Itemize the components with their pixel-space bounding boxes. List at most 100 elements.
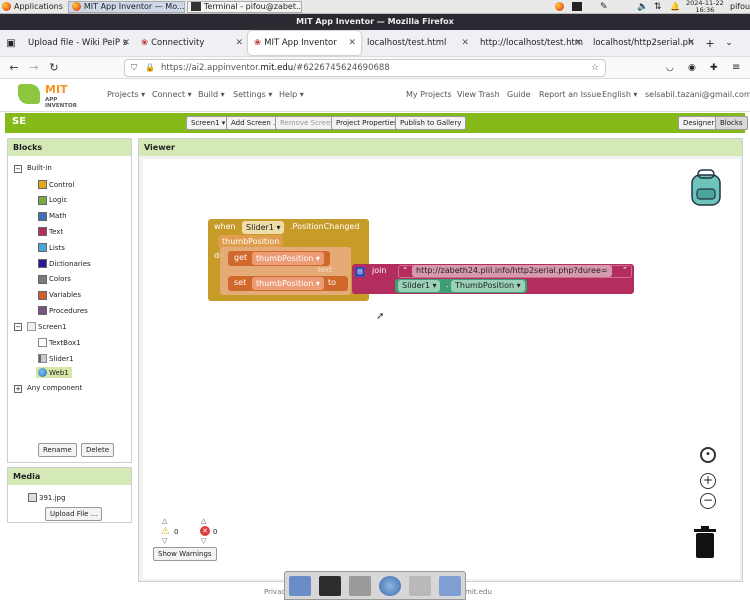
web-browser-icon[interactable] [379,575,401,596]
collapse-icon[interactable]: − [14,323,22,331]
file-manager-icon[interactable] [349,575,371,596]
collapse-icon[interactable]: − [14,165,22,173]
reload-icon[interactable]: ↻ [44,61,64,74]
screen-select-button[interactable]: Screen1 ▾ [186,116,231,130]
link-my-projects[interactable]: My Projects [406,90,452,99]
menu-account[interactable]: selsabil.tazani@gmail.com ▾ [645,90,750,99]
forward-icon[interactable]: → [24,61,44,74]
slider-component-dropdown[interactable]: Slider1 ▾ [398,280,441,292]
tab-wiki[interactable]: Upload file - Wiki PeiP s ✕ [22,31,135,55]
close-icon[interactable]: ✕ [235,38,243,48]
menu-projects[interactable]: Projects ▾ [107,90,145,99]
builtin-control[interactable]: Control [38,180,74,189]
rename-button[interactable]: Rename [38,443,77,457]
arrow-down-icon[interactable]: ▽ [162,537,167,545]
pocket-icon[interactable]: ◡ [666,63,674,73]
footer-privacy[interactable]: Privac [264,588,285,596]
footer-site[interactable]: mit.edu [465,588,492,596]
close-icon[interactable]: ✕ [574,38,582,48]
slider-property-dropdown[interactable]: ThumbPosition ▾ [451,280,525,292]
clock[interactable]: 2024-11-22 16:36 [686,0,724,14]
menu-icon[interactable]: ≡ [732,62,740,73]
text-string-value[interactable]: http://zabeth24.plil.info/http2serial.ph… [412,265,612,277]
user-menu[interactable]: pifou [730,2,750,11]
gear-icon[interactable]: ⚙ [355,267,365,277]
join-block[interactable]: ⚙ join “ http://zabeth24.plil.info/http2… [352,264,634,294]
trash-icon[interactable] [693,526,717,558]
tab-http2serial[interactable]: localhost/http2serial.ph ✕ [587,31,700,55]
event-block[interactable]: when Slider1 ▾ .PositionChanged thumbPos… [208,219,369,301]
terminal-icon[interactable] [319,575,341,596]
component-web1[interactable]: Web1 [36,367,72,378]
url-bar[interactable]: ⛉ 🔒 https://ai2.appinventor.mit.edu/#622… [124,59,606,77]
tab-localhost-test[interactable]: localhost/test.html ✕ [361,31,474,55]
tree-any-component[interactable]: Any component [27,384,82,392]
menu-build[interactable]: Build ▾ [198,90,225,99]
home-folder-icon[interactable] [289,575,311,596]
volume-icon[interactable]: 🔈 [637,2,648,12]
terminal-tray-icon[interactable] [572,2,582,11]
delete-button[interactable]: Delete [81,443,114,457]
applications-menu[interactable]: Applications [14,2,63,11]
wrench-icon[interactable]: ✎ [600,2,608,12]
menu-language[interactable]: English ▾ [602,90,637,99]
text-string-block[interactable]: “ http://zabeth24.plil.info/http2serial.… [398,265,632,278]
expand-icon[interactable]: + [14,385,22,393]
tab-app-inventor[interactable]: ❀ MIT App Inventor ✕ [248,31,361,55]
link-view-trash[interactable]: View Trash [457,90,500,99]
link-report-issue[interactable]: Report an Issue [539,90,601,99]
close-icon[interactable]: ✕ [461,38,469,48]
network-icon[interactable]: ⇅ [654,2,662,12]
close-icon[interactable]: ✕ [122,38,130,48]
project-properties-button[interactable]: Project Properties [331,116,403,130]
builtin-logic[interactable]: Logic [38,195,67,205]
new-tab-icon[interactable]: + [700,37,720,50]
designer-button[interactable]: Designer [678,116,720,130]
slider-thumbposition-block[interactable]: Slider1 ▾ . ThumbPosition ▾ [395,279,527,293]
notification-icon[interactable]: 🔔 [670,2,680,11]
publish-gallery-button[interactable]: Publish to Gallery [395,116,467,130]
zoom-out-icon[interactable]: − [700,493,716,509]
builtin-lists[interactable]: Lists [38,243,65,253]
blocks-workspace[interactable]: when Slider1 ▾ .PositionChanged thumbPos… [143,159,740,579]
menu-settings[interactable]: Settings ▾ [233,90,272,99]
set-block[interactable]: set thumbPosition ▾ to [228,276,348,291]
recenter-icon[interactable]: • [700,447,716,463]
appinventor-logo[interactable]: MIT APP INVENTOR [18,83,90,109]
get-variable-block[interactable]: get thumbPosition ▾ [228,251,330,266]
get-variable-dropdown[interactable]: thumbPosition ▾ [252,252,324,265]
builtin-procedures[interactable]: Procedures [38,306,88,316]
arrow-down-icon[interactable]: ▽ [201,537,206,545]
builtin-math[interactable]: Math [38,211,67,221]
event-component-dropdown[interactable]: Slider1 ▾ [242,221,285,234]
tab-connectivity[interactable]: ❀ Connectivity ✕ [135,31,248,55]
close-icon[interactable]: ✕ [687,38,695,48]
tab-localhost-test-http[interactable]: http://localhost/test.htm ✕ [474,31,587,55]
component-slider1[interactable]: Slider1 [38,354,73,363]
firefox-tray-icon[interactable] [555,2,564,11]
folder-icon[interactable] [439,575,461,596]
builtin-variables[interactable]: Variables [38,290,81,300]
link-guide[interactable]: Guide [507,90,531,99]
list-tabs-icon[interactable]: ⌄ [720,38,738,48]
search-icon[interactable] [409,575,431,596]
tree-built-in[interactable]: Built-in [27,164,52,172]
builtin-text[interactable]: Text [38,227,63,237]
backpack-icon[interactable] [686,167,726,207]
show-warnings-button[interactable]: Show Warnings [153,547,217,561]
blocks-button[interactable]: Blocks [715,116,748,130]
arrow-up-icon[interactable]: △ [162,517,167,525]
tab-overview-icon[interactable]: ▣ [0,38,22,49]
set-variable-dropdown[interactable]: thumbPosition ▾ [252,277,324,290]
remove-screen-button[interactable]: Remove Screen [275,116,340,130]
component-textbox1[interactable]: TextBox1 [38,338,81,347]
extensions-icon[interactable]: ✚ [710,63,718,73]
menu-connect[interactable]: Connect ▾ [152,90,192,99]
taskbar-item-terminal[interactable]: Terminal - pifou@zabet... [186,0,302,13]
builtin-dictionaries[interactable]: Dictionaries [38,259,91,268]
arrow-up-icon[interactable]: △ [201,517,206,525]
account-icon[interactable]: ◉ [688,63,696,73]
builtin-colors[interactable]: Colors [38,274,71,284]
close-icon[interactable]: ✕ [348,38,356,48]
menu-help[interactable]: Help ▾ [279,90,304,99]
